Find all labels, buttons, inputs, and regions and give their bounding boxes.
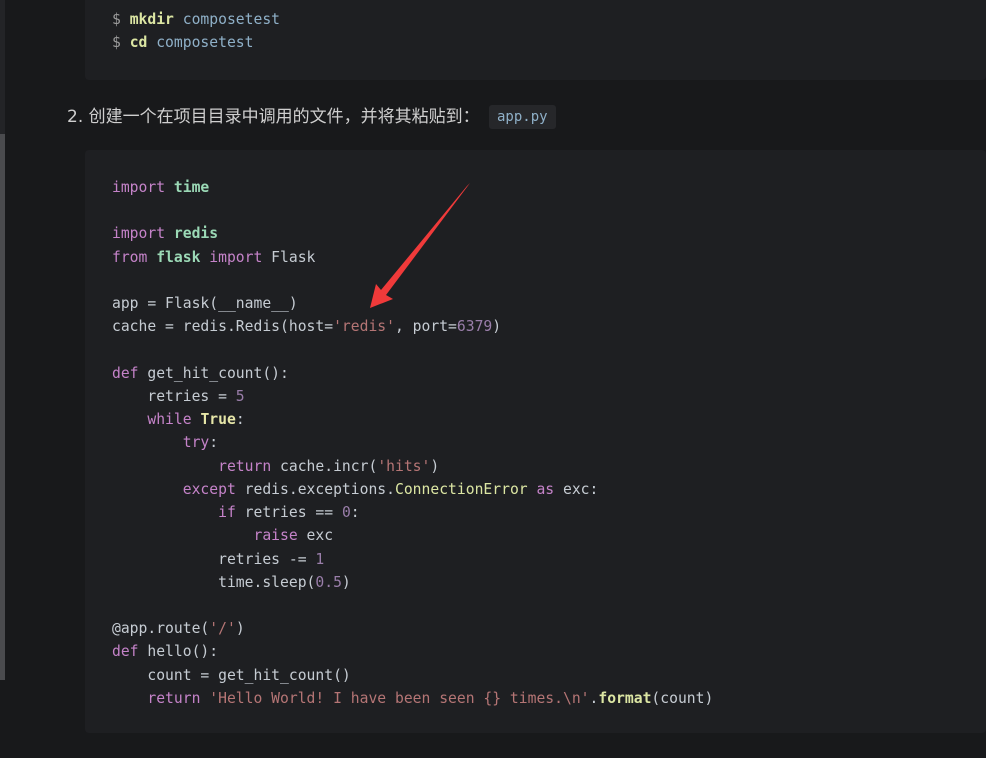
annotation-arrow-icon: [370, 183, 470, 308]
